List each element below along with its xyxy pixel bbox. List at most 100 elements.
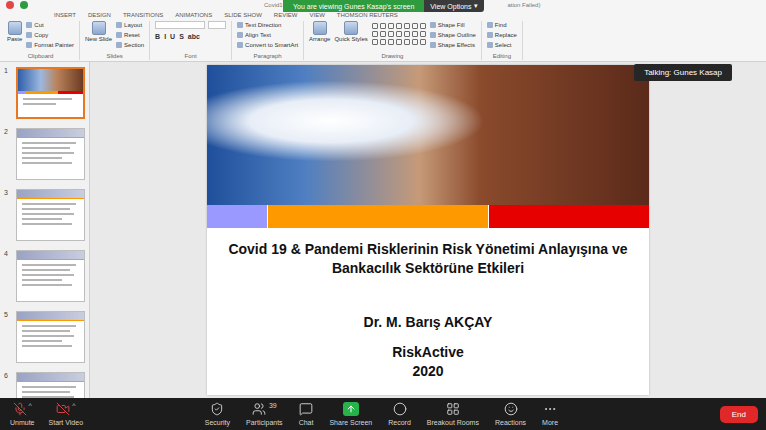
shape-icon[interactable] — [388, 31, 394, 37]
shape-icon[interactable] — [380, 39, 386, 45]
ribbon-small-button[interactable]: Shape Effects — [430, 41, 476, 49]
ribbon-small-button[interactable]: Reset — [116, 31, 144, 39]
thumbnail-header — [17, 190, 84, 199]
toolbar-button[interactable]: Chat — [299, 402, 314, 426]
slide-thumbnail[interactable] — [16, 250, 85, 302]
ribbon-small-button[interactable]: Align Text — [237, 31, 298, 39]
thumbnail-row[interactable]: 1 — [4, 67, 85, 119]
toolbar-button[interactable]: ^Start Video — [49, 402, 84, 426]
shape-icon[interactable] — [372, 23, 378, 29]
chat-bubble-icon — [299, 402, 313, 416]
ribbon-small-button[interactable]: Layout — [116, 21, 144, 29]
ribbon-tab[interactable]: REVIEW — [274, 12, 298, 18]
shape-icon[interactable] — [380, 23, 386, 29]
toolbar-button[interactable]: Reactions — [495, 402, 526, 426]
view-options-button[interactable]: View Options▾ — [424, 0, 484, 12]
ribbon-tab[interactable]: SLIDE SHOW — [224, 12, 262, 18]
shape-icon[interactable] — [412, 31, 418, 37]
slide-thumbnail[interactable] — [16, 372, 85, 398]
slide-thumbnail[interactable] — [16, 67, 85, 119]
shape-icon[interactable] — [396, 23, 402, 29]
slide[interactable]: Covid 19 & Pandemi Risklerinin Risk Yöne… — [207, 65, 649, 395]
slide-year: 2020 — [207, 363, 649, 379]
format-button[interactable]: I — [164, 32, 166, 41]
command-icon — [344, 21, 358, 35]
options-caret[interactable]: ^ — [72, 402, 75, 409]
toolbar-button[interactable]: Security — [205, 402, 230, 426]
shape-icon[interactable] — [372, 31, 378, 37]
ribbon-small-button[interactable]: Copy — [26, 31, 74, 39]
ribbon-small-button[interactable]: Replace — [487, 31, 517, 39]
ribbon-small-button[interactable]: Select — [487, 41, 517, 49]
shape-icon[interactable] — [380, 31, 386, 37]
ribbon-large-button[interactable]: Quick Styles — [334, 21, 367, 42]
ribbon-group: ArrangeQuick Styles Shape Fill Shape Outli… — [304, 21, 482, 60]
ribbon-small-button[interactable]: Shape Fill — [430, 21, 476, 29]
slide-editor: Covid 19 & Pandemi Risklerinin Risk Yöne… — [90, 62, 766, 398]
ribbon-small-button[interactable]: Shape Outline — [430, 31, 476, 39]
ribbon-small-button[interactable]: Cut — [26, 21, 74, 29]
format-button[interactable]: U — [170, 32, 175, 41]
command-icon — [430, 22, 436, 28]
ribbon-small-button[interactable]: Find — [487, 21, 517, 29]
options-caret[interactable]: ^ — [29, 402, 32, 409]
format-button[interactable]: S — [179, 32, 184, 41]
shape-icon[interactable] — [420, 39, 426, 45]
thumbnail-row[interactable]: 5 — [4, 311, 85, 363]
slide-thumbnail[interactable] — [16, 128, 85, 180]
ribbon-large-button[interactable]: Arrange — [309, 21, 330, 42]
ribbon-tab[interactable]: TRANSITIONS — [123, 12, 163, 18]
shape-icon[interactable] — [412, 39, 418, 45]
ribbon-tab[interactable]: ANIMATIONS — [175, 12, 212, 18]
shape-icon[interactable] — [372, 39, 378, 45]
command-icon — [116, 22, 122, 28]
ribbon-tab[interactable]: THOMSON REUTERS — [337, 12, 398, 18]
font-size-field[interactable] — [208, 21, 226, 29]
participant-count: 39 — [269, 402, 277, 409]
shape-icon[interactable] — [396, 39, 402, 45]
ribbon-tab[interactable]: VIEW — [310, 12, 325, 18]
end-button[interactable]: End — [720, 406, 758, 423]
format-button[interactable]: B — [155, 32, 160, 41]
thumbnail-row[interactable]: 6 — [4, 372, 85, 398]
command-icon — [430, 42, 436, 48]
ribbon-small-button[interactable]: Text Direction — [237, 21, 298, 29]
toolbar-button[interactable]: Record — [388, 402, 411, 426]
shape-icon[interactable] — [404, 39, 410, 45]
thumbnail-row[interactable]: 3 — [4, 189, 85, 241]
slide-thumbnail[interactable] — [16, 189, 85, 241]
ribbon-large-button[interactable]: Paste — [7, 21, 22, 42]
thumbnail-row[interactable]: 2 — [4, 128, 85, 180]
shapes-gallery[interactable] — [372, 21, 426, 45]
command-icon — [430, 32, 436, 38]
ribbon-large-button[interactable]: New Slide — [85, 21, 112, 42]
shape-icon[interactable] — [404, 31, 410, 37]
ribbon-small-button[interactable]: Format Painter — [26, 41, 74, 49]
shape-icon[interactable] — [420, 23, 426, 29]
slide-thumbnail[interactable] — [16, 311, 85, 363]
shape-icon[interactable] — [388, 39, 394, 45]
ribbon-small-button[interactable]: Convert to SmartArt — [237, 41, 298, 49]
command-icon — [237, 42, 243, 48]
ribbon-tab[interactable]: INSERT — [54, 12, 76, 18]
font-name-field[interactable] — [155, 21, 205, 29]
toolbar-button[interactable]: More — [542, 402, 558, 426]
shape-icon[interactable] — [396, 31, 402, 37]
thumbnail-header — [17, 312, 84, 321]
ribbon-small-button[interactable]: Section — [116, 41, 144, 49]
toolbar-button[interactable]: ^Unmute — [10, 402, 35, 426]
shape-icon[interactable] — [420, 31, 426, 37]
thumbnail-band — [18, 91, 26, 94]
toolbar-button[interactable]: Breakout Rooms — [427, 402, 479, 426]
thumbnail-row[interactable]: 4 — [4, 250, 85, 302]
slide-number: 6 — [4, 372, 14, 398]
ribbon-tab[interactable]: DESIGN — [88, 12, 111, 18]
format-button[interactable]: abc — [188, 32, 200, 41]
toolbar-button[interactable]: 39Participants — [246, 402, 283, 426]
slide-number: 1 — [4, 67, 14, 119]
shape-icon[interactable] — [388, 23, 394, 29]
shape-icon[interactable] — [404, 23, 410, 29]
shape-icon[interactable] — [412, 23, 418, 29]
thumbnail-header — [17, 373, 84, 382]
toolbar-button[interactable]: Share Screen — [329, 402, 372, 426]
